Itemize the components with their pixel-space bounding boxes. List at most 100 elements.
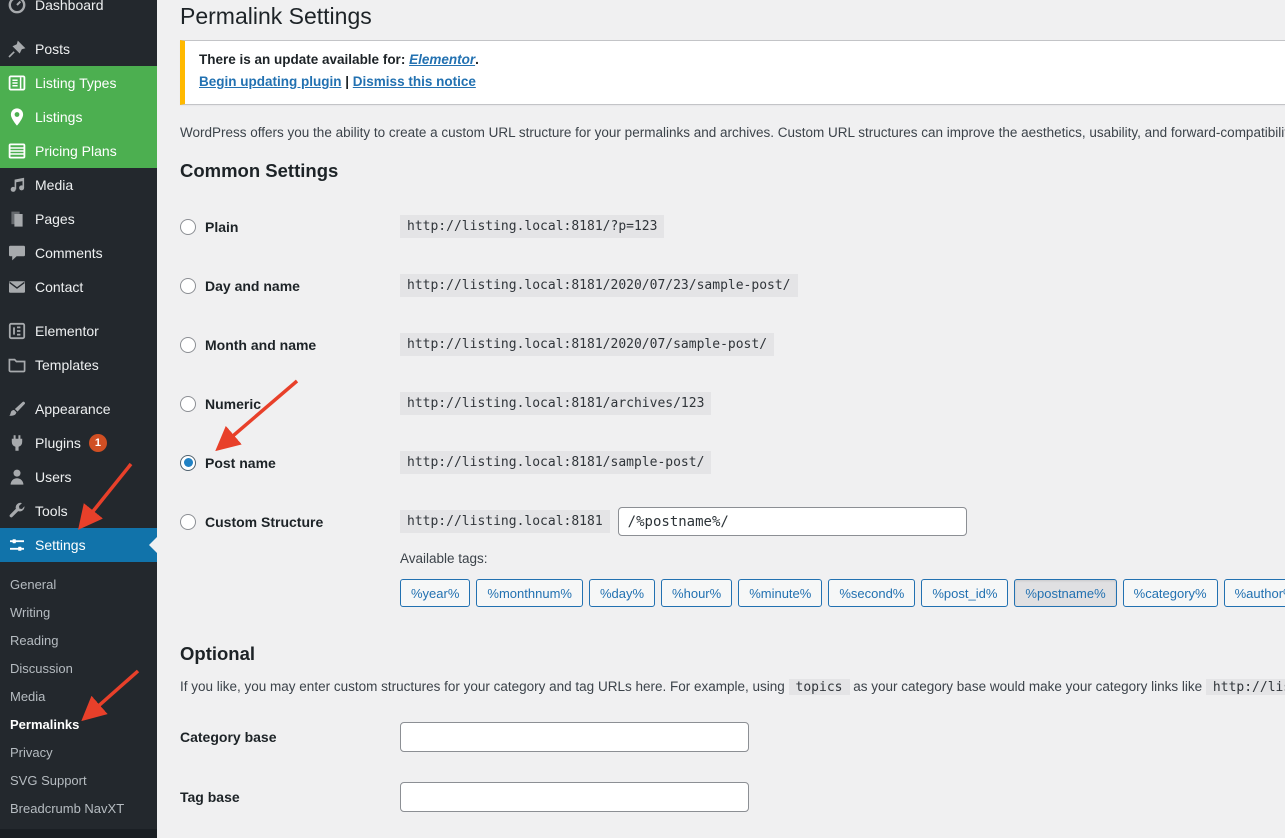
sidebar-item-label: Media [35, 177, 74, 193]
sidebar-item-label: Users [35, 469, 72, 485]
submenu-item-writing[interactable]: Writing [0, 598, 157, 626]
sidebar-item-listings[interactable]: Listings [0, 100, 157, 134]
dismiss-notice-link[interactable]: Dismiss this notice [353, 74, 476, 89]
tag-button-author[interactable]: %author% [1223, 579, 1285, 607]
tag-button-postname[interactable]: %postname% [1014, 579, 1117, 607]
map-pin-icon [7, 107, 27, 127]
menu-separator [0, 304, 157, 314]
submenu-item-breadcrumb-navxt[interactable]: Breadcrumb NavXT [0, 794, 157, 822]
comment-bubble-icon [7, 243, 27, 263]
tag-button-second[interactable]: %second% [828, 579, 916, 607]
sidebar-item-pages[interactable]: Pages [0, 202, 157, 236]
tag-button-year[interactable]: %year% [400, 579, 471, 607]
option-label[interactable]: Month and name [205, 337, 316, 353]
optional-heading: Optional [180, 643, 256, 664]
example-url: http://listing.local:8181/2020/07/sample… [400, 333, 775, 356]
pages-icon [7, 209, 27, 229]
optional-description: If you like, you may enter custom struct… [180, 679, 1285, 695]
tag-button-minute[interactable]: %minute% [738, 579, 823, 607]
sidebar-item-label: Tools [35, 503, 68, 519]
admin-sidebar: Dashboard Posts Listing Types Listings Prici… [0, 0, 157, 838]
sidebar-item-label: Pages [35, 211, 75, 227]
menu-separator [0, 22, 157, 32]
elementor-icon [7, 321, 27, 341]
example-url: http://listing.local:8181/sample-post/ [400, 451, 712, 474]
sidebar-item-label: Contact [35, 279, 84, 295]
sidebar-item-media[interactable]: Media [0, 168, 157, 202]
permalink-option-custom-structure: Custom Structure http://listing.local:818… [180, 492, 1285, 551]
sidebar-item-label: Posts [35, 41, 71, 57]
sliders-icon [7, 535, 27, 555]
submenu-item-privacy[interactable]: Privacy [0, 738, 157, 766]
brush-icon [7, 399, 27, 419]
sidebar-item-listing-types[interactable]: Listing Types [0, 66, 157, 100]
sidebar-item-label: Listings [35, 109, 83, 125]
category-base-label: Category base [180, 729, 277, 745]
envelope-icon [7, 277, 27, 297]
radio-custom-structure[interactable] [180, 513, 196, 530]
tag-base-label: Tag base [180, 789, 240, 805]
pushpin-icon [7, 39, 27, 59]
elementor-link[interactable]: Elementor [409, 52, 475, 67]
listing-box-icon [7, 73, 27, 93]
option-label[interactable]: Plain [205, 219, 238, 235]
option-label[interactable]: Custom Structure [205, 514, 323, 530]
custom-structure-input[interactable] [617, 507, 967, 536]
tag-base-row: Tag base [180, 767, 1285, 827]
permalink-options: Plain http://listing.local:8181/?p=123 Day… [180, 197, 1285, 551]
tag-buttons: %year% %monthnum% %day% %hour% %minute% %seco… [400, 579, 1285, 607]
permalink-option-month-and-name: Month and name http://listing.local:8181/… [180, 315, 1285, 374]
sidebar-item-comments[interactable]: Comments [0, 236, 157, 270]
tag-button-day[interactable]: %day% [588, 579, 656, 607]
permalink-option-post-name: Post name http://listing.local:8181/sampl… [180, 433, 1285, 492]
notice-text: There is an update available for: Elemen… [199, 52, 479, 67]
radio-plain[interactable] [180, 218, 196, 235]
radio-day-and-name[interactable] [180, 277, 196, 294]
intro-text: WordPress offers you the ability to crea… [180, 125, 1285, 140]
sidebar-item-settings[interactable]: Settings [0, 528, 157, 562]
radio-post-name[interactable] [180, 454, 196, 471]
radio-numeric[interactable] [180, 395, 196, 412]
sidebar-item-dashboard[interactable]: Dashboard [0, 0, 157, 22]
sidebar-bottom-strip [0, 829, 157, 838]
sidebar-item-pricing-plans[interactable]: Pricing Plans [0, 134, 157, 168]
category-base-input[interactable] [400, 722, 749, 752]
submenu-item-reading[interactable]: Reading [0, 626, 157, 654]
sidebar-item-tools[interactable]: Tools [0, 494, 157, 528]
custom-structure-prefix: http://listing.local:8181 [400, 510, 610, 533]
sidebar-item-label: Pricing Plans [35, 143, 117, 159]
tag-button-post-id[interactable]: %post_id% [921, 579, 1009, 607]
submenu-item-general[interactable]: General [0, 570, 157, 598]
sidebar-item-label: Elementor [35, 323, 99, 339]
update-notice: There is an update available for: Elemen… [180, 40, 1285, 105]
sidebar-item-templates[interactable]: Templates [0, 348, 157, 382]
tag-button-category[interactable]: %category% [1122, 579, 1218, 607]
notice-actions: Begin updating plugin | Dismiss this not… [199, 74, 476, 89]
begin-updating-link[interactable]: Begin updating plugin [199, 74, 341, 89]
sidebar-item-appearance[interactable]: Appearance [0, 392, 157, 426]
tag-button-hour[interactable]: %hour% [661, 579, 733, 607]
user-icon [7, 467, 27, 487]
settings-submenu: General Writing Reading Discussion Media Perm… [0, 562, 157, 826]
sidebar-item-contact[interactable]: Contact [0, 270, 157, 304]
submenu-item-svg-support[interactable]: SVG Support [0, 766, 157, 794]
sidebar-item-users[interactable]: Users [0, 460, 157, 494]
dashboard-icon [7, 0, 27, 15]
submenu-item-discussion[interactable]: Discussion [0, 654, 157, 682]
tag-base-input[interactable] [400, 782, 749, 812]
sidebar-item-posts[interactable]: Posts [0, 32, 157, 66]
submenu-item-media[interactable]: Media [0, 682, 157, 710]
sidebar-item-elementor[interactable]: Elementor [0, 314, 157, 348]
radio-month-and-name[interactable] [180, 336, 196, 353]
sidebar-item-plugins[interactable]: Plugins 1 [0, 426, 157, 460]
option-label[interactable]: Day and name [205, 278, 300, 294]
option-label[interactable]: Post name [205, 455, 276, 471]
sidebar-item-label: Listing Types [35, 75, 117, 91]
option-label[interactable]: Numeric [205, 396, 261, 412]
submenu-item-permalinks[interactable]: Permalinks [0, 710, 157, 738]
sidebar-item-label: Appearance [35, 401, 111, 417]
sidebar-item-label: Dashboard [35, 0, 104, 13]
page-title: Permalink Settings [180, 3, 372, 29]
common-settings-heading: Common Settings [180, 160, 339, 181]
tag-button-monthnum[interactable]: %monthnum% [476, 579, 583, 607]
